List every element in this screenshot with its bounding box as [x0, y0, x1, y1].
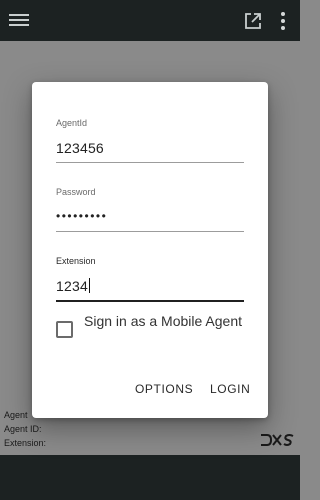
- password-field[interactable]: Password •••••••••: [56, 187, 244, 232]
- password-input[interactable]: •••••••••: [56, 209, 244, 227]
- bottom-bar: [0, 455, 300, 500]
- hamburger-menu-icon[interactable]: [9, 12, 29, 28]
- app-toolbar: [0, 0, 300, 41]
- agent-id-label: Agent ID:: [4, 424, 42, 434]
- mobile-agent-option[interactable]: Sign in as a Mobile Agent: [56, 311, 256, 351]
- more-vert-icon[interactable]: [279, 11, 287, 31]
- mobile-agent-label[interactable]: Sign in as a Mobile Agent: [84, 311, 244, 331]
- password-underline: [56, 231, 244, 232]
- agent-id-field-label: AgentId: [56, 118, 88, 128]
- extension-field[interactable]: Extension 1234: [56, 256, 244, 302]
- text-caret: [88, 278, 90, 293]
- extension-field-label: Extension: [56, 256, 96, 266]
- agent-id-input[interactable]: 123456: [56, 140, 244, 158]
- extension-underline: [56, 300, 244, 302]
- extension-label: Extension:: [4, 438, 47, 448]
- mobile-agent-checkbox[interactable]: [56, 321, 73, 338]
- login-button[interactable]: LOGIN: [210, 382, 250, 396]
- password-field-label: Password: [56, 187, 96, 197]
- extension-input-wrap[interactable]: 1234: [56, 278, 244, 296]
- agent-id-field[interactable]: AgentId 123456: [56, 118, 244, 163]
- open-in-new-icon[interactable]: [244, 12, 262, 30]
- extension-input[interactable]: 1234: [56, 278, 88, 294]
- dxs-logo: [259, 432, 295, 448]
- options-button[interactable]: OPTIONS: [135, 382, 193, 396]
- login-dialog: AgentId 123456 Password ••••••••• Extens…: [32, 82, 268, 418]
- agent-id-underline: [56, 162, 244, 163]
